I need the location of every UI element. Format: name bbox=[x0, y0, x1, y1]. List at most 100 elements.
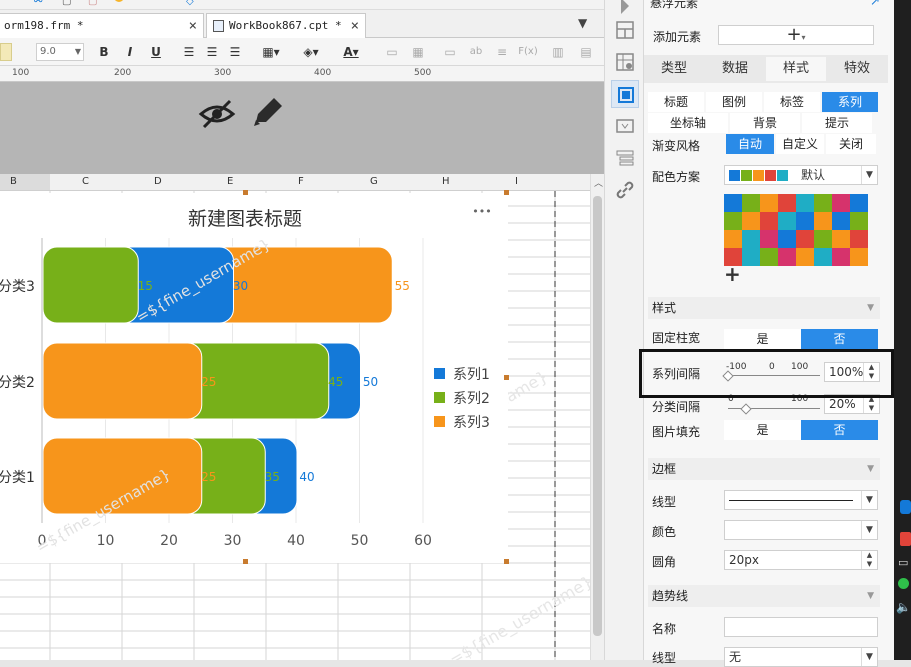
image-fill-no[interactable]: 否 bbox=[801, 420, 878, 440]
grid-settings-icon[interactable] bbox=[615, 52, 635, 72]
palette-swatch[interactable] bbox=[742, 230, 760, 248]
tab-menu-icon[interactable]: ▼ bbox=[578, 16, 587, 30]
trend-line-type-select[interactable]: 无 ▼ bbox=[724, 647, 878, 667]
palette-swatch[interactable] bbox=[778, 212, 796, 230]
link-icon[interactable]: ⚯ bbox=[34, 0, 42, 7]
subtab-series[interactable]: 系列 bbox=[822, 92, 878, 112]
palette-swatch[interactable] bbox=[760, 194, 778, 212]
spinner-icon[interactable]: ▲ ▼ bbox=[861, 551, 877, 569]
fixed-width-no[interactable]: 否 bbox=[801, 329, 878, 349]
tab-workbook[interactable]: WorkBook867.cpt * × bbox=[206, 13, 366, 38]
wechat-icon[interactable] bbox=[898, 578, 909, 589]
window-icon[interactable]: ▭ bbox=[898, 556, 908, 569]
column-header[interactable]: H bbox=[442, 176, 450, 187]
list-icon[interactable]: ≡ bbox=[492, 43, 512, 61]
trend-section-header[interactable]: 趋势线 ▼ bbox=[648, 585, 880, 607]
fill-color-icon[interactable]: ◈▾ bbox=[296, 43, 326, 61]
border-icon[interactable]: ▦▾ bbox=[256, 43, 286, 61]
tab-type[interactable]: 类型 bbox=[644, 57, 704, 81]
palette-swatch[interactable] bbox=[814, 194, 832, 212]
resize-handle[interactable] bbox=[504, 190, 509, 195]
image-fill-yes[interactable]: 是 bbox=[724, 420, 801, 440]
resize-handle[interactable] bbox=[243, 190, 248, 195]
text-icon[interactable]: ab bbox=[466, 43, 486, 61]
more-options-icon[interactable]: ••• bbox=[472, 205, 491, 218]
corner-radius-input[interactable]: 20px ▲ ▼ bbox=[724, 550, 878, 570]
app-icon[interactable] bbox=[900, 500, 911, 514]
vertical-scrollbar[interactable]: ︿ bbox=[590, 174, 604, 660]
subtab-tooltip[interactable]: 提示 bbox=[802, 113, 872, 133]
close-icon[interactable]: × bbox=[351, 14, 359, 38]
column-header[interactable]: C bbox=[82, 176, 89, 187]
bar[interactable] bbox=[42, 342, 203, 420]
hyperlink-icon[interactable] bbox=[615, 180, 635, 200]
mail-icon[interactable] bbox=[900, 532, 911, 546]
tab-data[interactable]: 数据 bbox=[705, 57, 765, 81]
column-header[interactable]: B bbox=[10, 176, 17, 187]
palette-swatch[interactable] bbox=[778, 230, 796, 248]
palette-swatch[interactable] bbox=[850, 212, 868, 230]
line-type-select[interactable]: ▼ bbox=[724, 490, 878, 510]
tab-effects[interactable]: 特效 bbox=[827, 57, 887, 81]
column-header[interactable]: D bbox=[154, 176, 162, 187]
legend-swatch[interactable] bbox=[434, 416, 445, 427]
column-header[interactable]: F bbox=[298, 176, 304, 187]
trend-name-input[interactable] bbox=[724, 617, 878, 637]
palette-swatch[interactable] bbox=[850, 230, 868, 248]
align-right-icon[interactable]: ☰ bbox=[226, 43, 244, 61]
legend-label[interactable]: 系列1 bbox=[453, 367, 490, 383]
palette-swatch[interactable] bbox=[850, 194, 868, 212]
palette-swatch[interactable] bbox=[796, 230, 814, 248]
play-icon[interactable] bbox=[615, 0, 635, 16]
scroll-up-icon[interactable]: ︿ bbox=[594, 176, 603, 189]
palette-swatch[interactable] bbox=[724, 212, 742, 230]
color-scheme-select[interactable]: 默认 ▼ bbox=[724, 165, 878, 185]
align-center-icon[interactable]: ☰ bbox=[203, 43, 221, 61]
slider-thumb[interactable] bbox=[740, 403, 752, 415]
tab-style[interactable]: 样式 bbox=[766, 57, 826, 81]
font-family-select[interactable] bbox=[0, 43, 12, 61]
palette-swatch[interactable] bbox=[778, 194, 796, 212]
palette-swatch[interactable] bbox=[760, 212, 778, 230]
column-header[interactable]: E bbox=[227, 176, 233, 187]
palette-swatch[interactable] bbox=[832, 248, 850, 266]
add-color-icon[interactable]: + bbox=[724, 264, 741, 284]
scrollbar-thumb[interactable] bbox=[593, 196, 602, 636]
palette-swatch[interactable] bbox=[760, 230, 778, 248]
palette-swatch[interactable] bbox=[814, 230, 832, 248]
insert-row-icon[interactable]: ▭ bbox=[440, 43, 460, 61]
cursor-icon[interactable]: ◇ bbox=[186, 0, 194, 7]
gradient-auto-option[interactable]: 自动 bbox=[726, 134, 774, 154]
palette-swatch[interactable] bbox=[832, 212, 850, 230]
palette-swatch[interactable] bbox=[760, 248, 778, 266]
palette-swatch[interactable] bbox=[796, 194, 814, 212]
legend-label[interactable]: 系列2 bbox=[453, 391, 490, 407]
border-section-header[interactable]: 边框 ▼ bbox=[648, 458, 880, 480]
close-icon[interactable]: × bbox=[189, 14, 197, 38]
italic-button[interactable]: I bbox=[122, 43, 138, 61]
palette-swatch[interactable] bbox=[724, 230, 742, 248]
color-palette[interactable] bbox=[724, 194, 868, 266]
subtab-label[interactable]: 标签 bbox=[764, 92, 820, 112]
palette-swatch[interactable] bbox=[832, 194, 850, 212]
resize-handle[interactable] bbox=[504, 559, 509, 564]
merge-icon[interactable]: ▭ bbox=[382, 43, 402, 61]
legend-label[interactable]: 系列3 bbox=[453, 415, 490, 431]
chart-icon[interactable]: ▥ bbox=[548, 43, 568, 61]
palette-swatch[interactable] bbox=[724, 194, 742, 212]
copy-icon[interactable]: ▢ bbox=[62, 0, 71, 7]
column-header[interactable]: I bbox=[515, 176, 518, 187]
subtab-legend[interactable]: 图例 bbox=[706, 92, 762, 112]
fixed-width-yes[interactable]: 是 bbox=[724, 329, 801, 349]
palette-swatch[interactable] bbox=[814, 248, 832, 266]
border-color-select[interactable]: ▼ bbox=[724, 520, 878, 540]
resize-handle[interactable] bbox=[504, 375, 509, 380]
palette-swatch[interactable] bbox=[778, 248, 796, 266]
style-section-header[interactable]: 样式 ▼ bbox=[648, 297, 880, 319]
chart[interactable]: 新建图表标题 ••• 0 10 20 30 40 50 60 分类1 40 35 25 分类2 50 45 25… bbox=[0, 193, 508, 563]
subtab-background[interactable]: 背景 bbox=[730, 113, 800, 133]
tab-form[interactable]: orm198.frm * × bbox=[0, 13, 204, 38]
bold-button[interactable]: B bbox=[96, 43, 112, 61]
palette-swatch[interactable] bbox=[796, 212, 814, 230]
palette-swatch[interactable] bbox=[742, 194, 760, 212]
